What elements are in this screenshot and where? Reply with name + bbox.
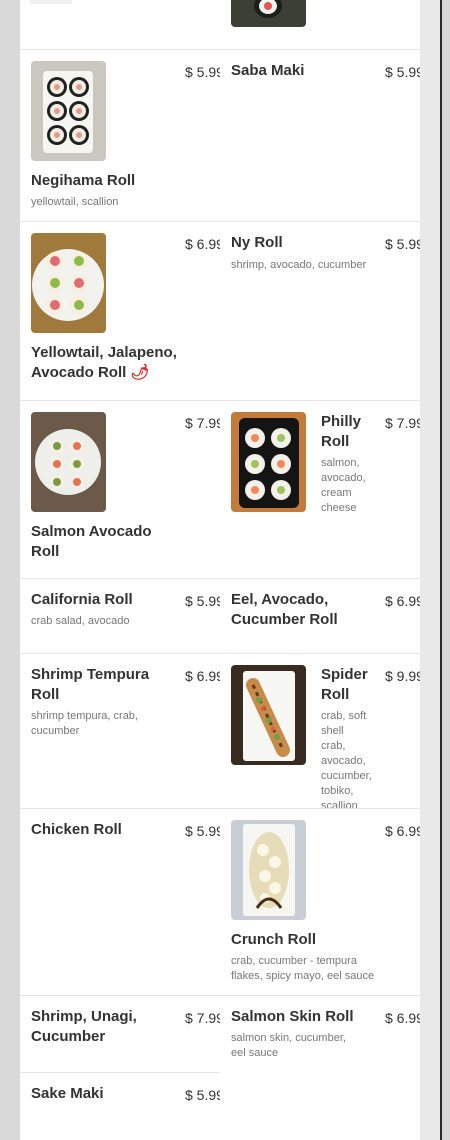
menu-item-shrimp-tempura-roll[interactable]: Shrimp Tempura Roll shrimp tempura, crab… (30, 654, 220, 808)
chili-pepper-icon: 🌶 (130, 364, 150, 381)
item-name: California Roll (31, 591, 133, 608)
item-name-text: Yellowtail, Jalapeno, Avocado Roll (31, 344, 177, 381)
item-name: Spider Roll (321, 666, 368, 703)
item-name: Shrimp, Unagi, Cucumber (31, 1008, 137, 1045)
menu-item-partial-right[interactable] (231, 0, 411, 49)
item-price: $ 5.99 (185, 64, 220, 80)
menu-item-ny-roll[interactable]: Ny Roll shrimp, avocado, cucumber $ 5.99 (231, 222, 420, 400)
item-name: Chicken Roll (31, 821, 122, 838)
item-price: $ 5.99 (185, 1087, 220, 1103)
menu-item-eel-avocado-cucumber-roll[interactable]: Eel, Avocado, Cucumber Roll $ 6.99 (231, 579, 420, 653)
item-name: Negihama Roll (31, 172, 136, 189)
menu-item-partial-left[interactable] (30, 0, 210, 49)
roll-photo (231, 0, 306, 27)
item-price: $ 5.99 (185, 593, 220, 609)
item-description: crab salad, avocado (31, 615, 130, 627)
item-price: $ 7.99 (385, 415, 420, 431)
item-name: Yellowtail, Jalapeno, Avocado Roll 🌶 (31, 343, 181, 383)
item-description: crab, cucumber - tempura flakes, spicy m… (231, 955, 375, 982)
menu-item-philly-roll[interactable]: Philly Roll salmon, avocado, cream chees… (231, 401, 420, 578)
item-price: $ 5.99 (385, 236, 420, 252)
menu-item-california-roll[interactable]: California Roll crab salad, avocado $ 5.… (30, 579, 220, 653)
philly-roll-photo (231, 412, 306, 512)
item-price: $ 5.99 (385, 64, 420, 80)
item-price: $ 6.99 (185, 236, 220, 252)
menu-item-crunch-roll[interactable]: $ 6.99 Crunch Roll crab, cucumber - temp… (231, 809, 420, 995)
item-price: $ 6.99 (385, 823, 420, 839)
item-name: Saba Maki (231, 62, 305, 79)
item-price: $ 7.99 (185, 415, 220, 431)
item-name: Shrimp Tempura Roll (31, 666, 150, 703)
menu-item-saba-maki[interactable]: Saba Maki $ 5.99 (231, 50, 420, 220)
menu-panel: $ 5.99 Negihama Roll yellowtail, scallio… (20, 0, 420, 1140)
item-name: Philly Roll (321, 413, 362, 450)
menu-item-negihama-roll[interactable]: $ 5.99 Negihama Roll yellowtail, scallio… (30, 50, 220, 220)
item-price: $ 5.99 (185, 823, 220, 839)
item-name: Sake Maki (31, 1085, 104, 1102)
item-price: $ 7.99 (185, 1010, 220, 1026)
item-description: yellowtail, scallion (31, 196, 119, 208)
menu-item-chicken-roll[interactable]: Chicken Roll $ 5.99 (30, 809, 220, 995)
item-name: Crunch Roll (231, 931, 316, 948)
item-price: $ 6.99 (385, 1010, 420, 1026)
menu-item-spider-roll[interactable]: Spider Roll crab, soft shell crab, avoca… (231, 654, 420, 812)
item-price: $ 6.99 (385, 593, 420, 609)
menu-item-yellowtail-jalapeno-avocado-roll[interactable]: $ 6.99 Yellowtail, Jalapeno, Avocado Rol… (30, 222, 220, 400)
item-description: crab, soft shell crab, avocado, cucumber… (231, 709, 381, 812)
menu-item-shrimp-unagi-cucumber[interactable]: Shrimp, Unagi, Cucumber $ 7.99 (30, 996, 220, 1072)
item-name: Eel, Avocado, Cucumber Roll (231, 591, 338, 628)
item-description: shrimp tempura, crab, cucumber (31, 710, 138, 737)
menu-item-salmon-avocado-roll[interactable]: $ 7.99 Salmon Avocado Roll (30, 401, 220, 578)
item-name: Ny Roll (231, 234, 283, 251)
item-description: salmon skin, cucumber, eel sauce (231, 1032, 346, 1059)
item-description: shrimp, avocado, cucumber (231, 259, 367, 271)
window-edge (440, 0, 442, 1140)
yellowtail-roll-photo (31, 233, 106, 333)
menu-item-sake-maki[interactable]: Sake Maki $ 5.99 (30, 1073, 220, 1140)
item-name: Salmon Skin Roll (231, 1008, 354, 1025)
negihama-roll-photo (31, 61, 106, 161)
menu-item-salmon-skin-roll[interactable]: Salmon Skin Roll salmon skin, cucumber, … (231, 996, 420, 1140)
crunch-roll-photo (231, 820, 306, 920)
item-name: Salmon Avocado Roll (31, 523, 152, 560)
item-price: $ 9.99 (385, 668, 420, 684)
page-margin (420, 0, 440, 1140)
item-price: $ 6.99 (185, 668, 220, 684)
item-description: salmon, avocado, cream cheese (321, 457, 366, 514)
item-description-copy: crab, soft shell crab, avocado, cucumber… (321, 710, 372, 812)
salmon-avocado-roll-photo (31, 412, 106, 512)
